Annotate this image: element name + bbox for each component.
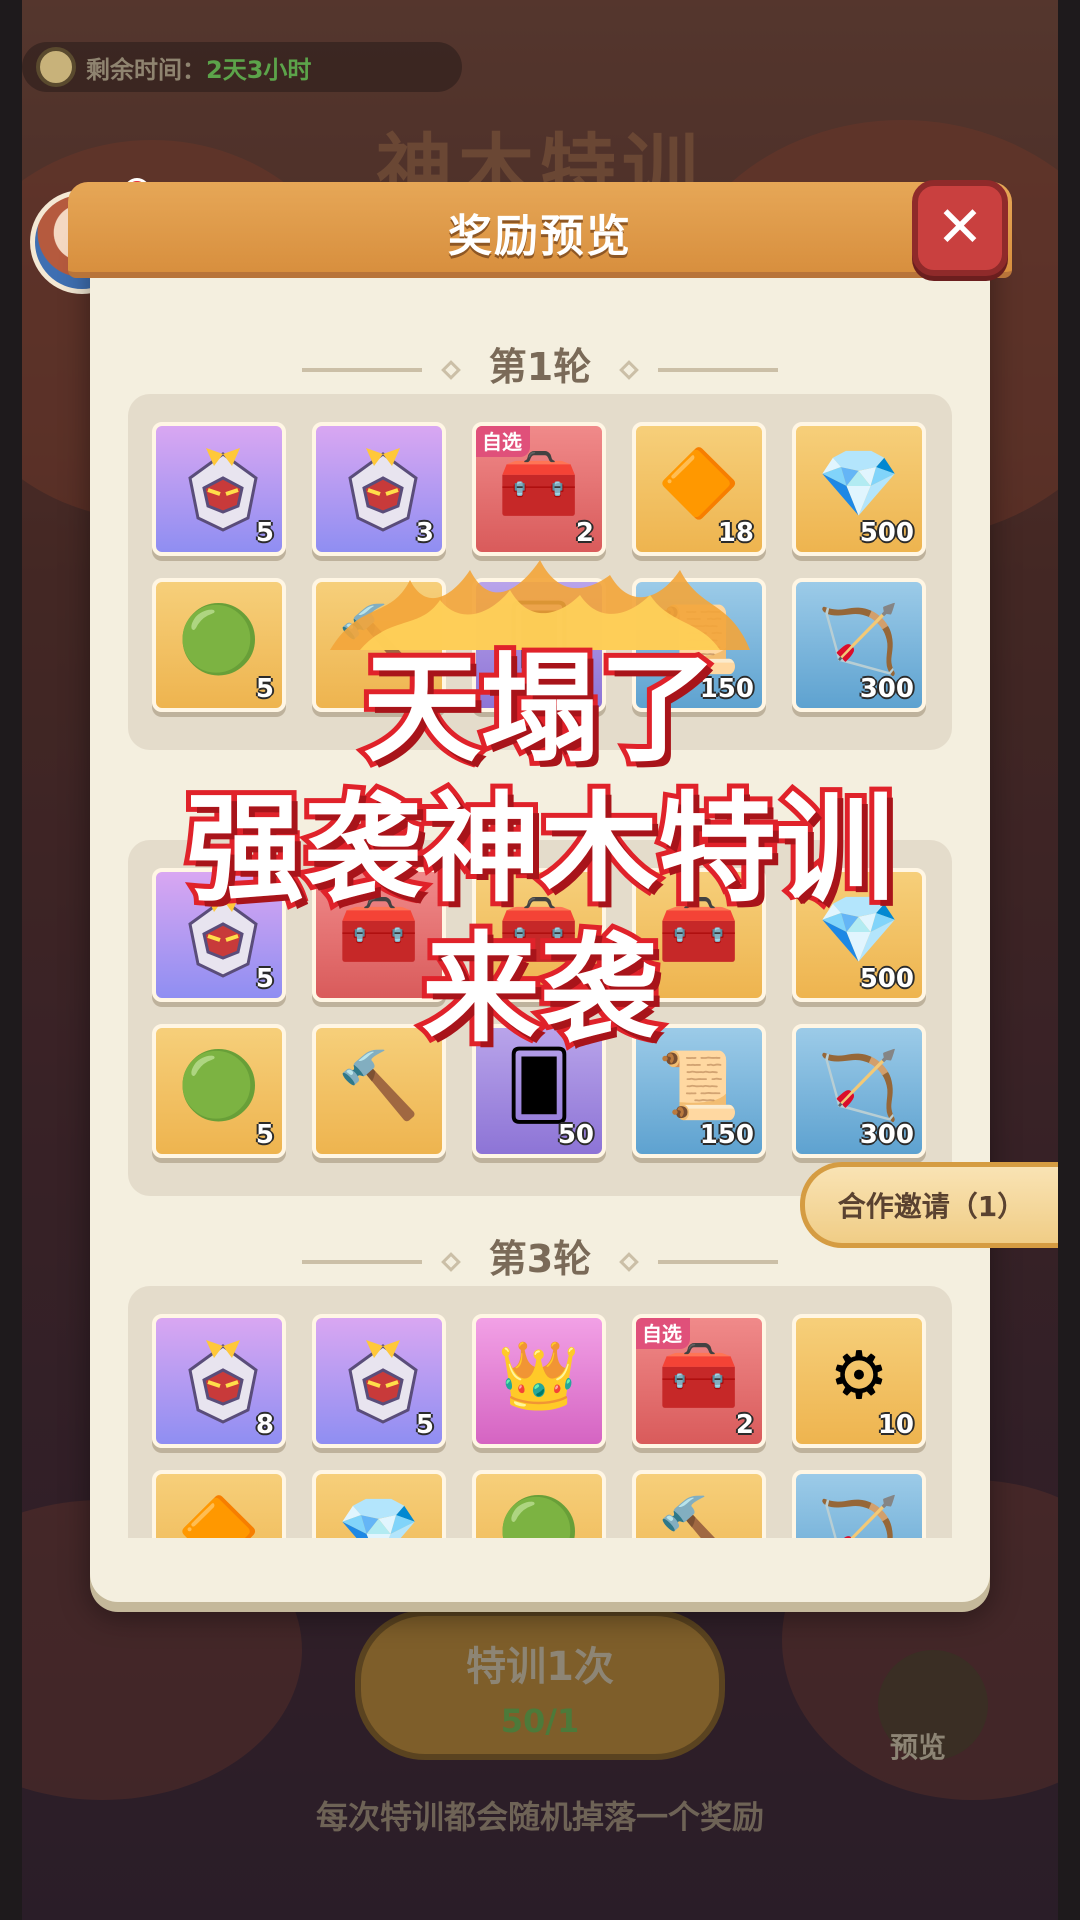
item-count: 300 bbox=[859, 1120, 914, 1150]
headline-text-3: 来袭 bbox=[417, 920, 663, 1058]
train-button-cost: 50/1 bbox=[500, 1702, 580, 1740]
bow-coin-icon: 🏹 bbox=[817, 1492, 901, 1538]
treasure-chest-icon: 🧰 bbox=[657, 1336, 741, 1414]
amber-ore-icon: 🔶 bbox=[177, 1492, 261, 1538]
item-count: 18 bbox=[717, 518, 754, 548]
green-orb-icon: 🟢 bbox=[177, 1046, 261, 1124]
bow-coin-icon: 🏹 bbox=[817, 1046, 901, 1124]
treasure-chest-icon: 🧰 bbox=[497, 444, 581, 522]
timer-value: 2天3小时 bbox=[206, 55, 312, 84]
coop-invite-label: 合作邀请（1） bbox=[837, 1190, 1026, 1223]
reward-item[interactable]: 🟢 bbox=[472, 1470, 606, 1538]
reward-item[interactable]: 🔨 bbox=[632, 1470, 766, 1538]
preview-label: 预览 bbox=[890, 1731, 947, 1764]
train-tip: 每次特训都会随机掉落一个奖励 bbox=[315, 1798, 764, 1836]
item-count: 8 bbox=[255, 1410, 274, 1440]
reward-item[interactable]: 5 bbox=[152, 422, 286, 556]
round-1-title: 第1轮 bbox=[90, 336, 990, 391]
close-icon: ✕ bbox=[936, 195, 984, 260]
flame-decoration bbox=[330, 560, 750, 650]
item-count: 10 bbox=[877, 1410, 914, 1440]
headline-text-1: 天塌了 bbox=[358, 640, 722, 778]
item-count: 2 bbox=[575, 518, 594, 548]
modal-header: 奖励预览 bbox=[68, 182, 1012, 278]
reward-item[interactable]: 8 bbox=[152, 1314, 286, 1448]
round-1-label: 第1轮 bbox=[488, 345, 592, 389]
reward-item[interactable]: 💎 bbox=[312, 1470, 446, 1538]
headline-line-1: 天塌了 bbox=[0, 645, 1080, 773]
hammer-icon: 🔨 bbox=[657, 1492, 741, 1538]
reward-item[interactable]: 🏹 bbox=[792, 1470, 926, 1538]
reward-item[interactable]: 5 bbox=[312, 1314, 446, 1448]
close-button[interactable]: ✕ bbox=[912, 180, 1008, 276]
diamond-icon: 💎 bbox=[337, 1492, 421, 1538]
self-select-tag: 自选 bbox=[476, 426, 530, 457]
item-count: 5 bbox=[255, 518, 274, 548]
headline-text-2: 强袭神木特训 bbox=[181, 780, 899, 918]
reward-item[interactable]: 3 bbox=[312, 422, 446, 556]
royal-chest-icon: 👑 bbox=[497, 1336, 581, 1414]
card-icon: 🂠 bbox=[505, 1046, 573, 1124]
coop-invite-button[interactable]: 合作邀请（1） bbox=[800, 1162, 1058, 1248]
reward-item[interactable]: ⚙ 10 bbox=[792, 1314, 926, 1448]
item-count: 150 bbox=[699, 1120, 754, 1150]
amber-ore-icon: 🔶 bbox=[657, 444, 741, 522]
item-count: 5 bbox=[415, 1410, 434, 1440]
headline-line-2: 强袭神木特训 bbox=[0, 785, 1080, 913]
item-count: 500 bbox=[859, 518, 914, 548]
scroll-icon: 📜 bbox=[657, 1046, 741, 1124]
self-select-tag: 自选 bbox=[636, 1318, 690, 1349]
remaining-time-bar: 剩余时间： 2天3小时 bbox=[22, 42, 462, 92]
reward-item[interactable]: 🧰 自选 2 bbox=[632, 1314, 766, 1448]
train-button-label: 特训1次 bbox=[466, 1644, 614, 1690]
train-once-button[interactable]: 特训1次 50/1 bbox=[355, 1610, 725, 1760]
item-count: 50 bbox=[557, 1120, 594, 1150]
gear-disc-icon: ⚙ bbox=[829, 1336, 889, 1414]
reward-item[interactable]: 🧰 自选 2 bbox=[472, 422, 606, 556]
hammer-icon: 🔨 bbox=[337, 1046, 421, 1124]
green-orb-icon: 🟢 bbox=[497, 1492, 581, 1538]
item-count: 3 bbox=[415, 518, 434, 548]
headline-line-3: 来袭 bbox=[0, 925, 1080, 1053]
clock-icon bbox=[36, 47, 76, 87]
item-count: 2 bbox=[735, 1410, 754, 1440]
diamond-icon: 💎 bbox=[817, 444, 901, 522]
round-3-label: 第3轮 bbox=[488, 1237, 592, 1281]
timer-label: 剩余时间： bbox=[86, 55, 206, 84]
reward-item[interactable]: 💎 500 bbox=[792, 422, 926, 556]
reward-item[interactable]: 👑 bbox=[472, 1314, 606, 1448]
modal-title: 奖励预览 bbox=[448, 211, 632, 262]
round-3-grid: 8 5 👑 🧰 自选 2 ⚙ 10 🔶 💎 🟢 🔨 🏹 bbox=[128, 1286, 952, 1538]
item-count: 5 bbox=[255, 1120, 274, 1150]
reward-item[interactable]: 🔶 18 bbox=[632, 422, 766, 556]
reward-item[interactable]: 🔶 bbox=[152, 1470, 286, 1538]
